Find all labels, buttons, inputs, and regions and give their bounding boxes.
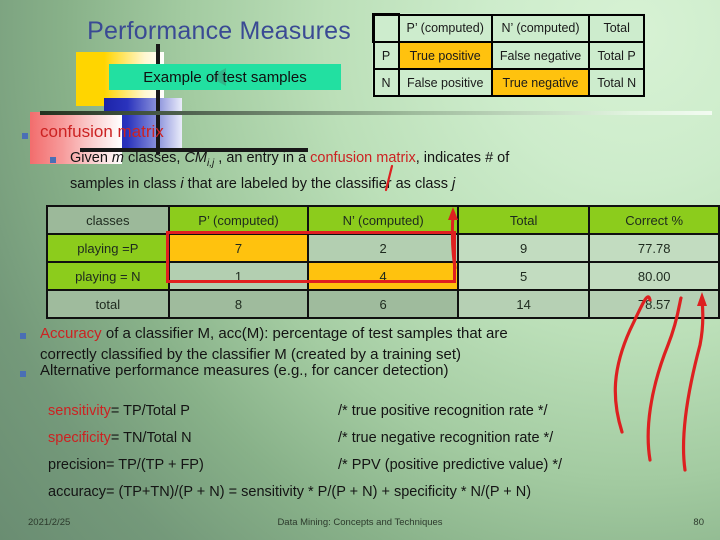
truth-table-cell-true-positive: True positive bbox=[397, 41, 493, 70]
alternative-measures-paragraph: Alternative performance measures (e.g., … bbox=[40, 362, 449, 379]
truth-table-row-label-p: P bbox=[372, 41, 400, 70]
cm-cell-correct-total: 78.57 bbox=[588, 289, 720, 319]
truth-table-header-pcomputed: P’ (computed) bbox=[397, 13, 493, 43]
table-row: classes P’ (computed) N’ (computed) Tota… bbox=[46, 205, 720, 235]
cm-cell-total-ncol: 6 bbox=[307, 289, 459, 319]
cm-cell-fn: 2 bbox=[307, 233, 459, 263]
accuracy-paragraph: Accuracy of a classifier M, acc(M): perc… bbox=[40, 323, 690, 365]
formula-expr-accuracy: = (TP+TN)/(P + N) = sensitivity * P/(P +… bbox=[106, 484, 532, 500]
def-text-a: Given bbox=[70, 150, 112, 166]
table-row: N False positive True negative Total N bbox=[372, 68, 646, 97]
def-line2-a: samples in class bbox=[70, 175, 181, 192]
formula-row-accuracy: accuracy = (TP+TN)/(P + N) = sensitivity… bbox=[48, 484, 708, 511]
subtitle-text: Example of test samples bbox=[143, 68, 307, 86]
formula-name-accuracy: accuracy bbox=[48, 484, 107, 500]
truth-table: P’ (computed) N’ (computed) Total P True… bbox=[371, 13, 646, 97]
def-var-m: m bbox=[111, 150, 125, 166]
bullet-marker-alternative bbox=[20, 371, 26, 377]
cm-cell-correct-p: 77.78 bbox=[588, 233, 720, 263]
truth-table-header-total: Total bbox=[588, 13, 646, 43]
subtitle-callout: Example of test samples bbox=[109, 64, 341, 90]
formula-comment-sensitivity: /* true positive recognition rate */ bbox=[338, 403, 548, 419]
truth-table-header-ncomputed: N’ (computed) bbox=[490, 13, 591, 43]
table-row: total 8 6 14 78.57 bbox=[46, 289, 720, 319]
cm-cell-tn: 4 bbox=[307, 261, 459, 291]
def-text-d: , indicates # of bbox=[415, 150, 510, 166]
cm-cell-total-p: 9 bbox=[456, 233, 591, 263]
truth-table-cell-true-negative: True negative bbox=[490, 68, 591, 97]
def-text-b: classes, bbox=[124, 150, 185, 166]
cm-cell-fp: 1 bbox=[167, 261, 310, 291]
formula-name-specificity: specificity bbox=[48, 430, 111, 446]
def-var-j: j bbox=[452, 175, 456, 192]
table-row: playing =P 7 2 9 77.78 bbox=[46, 233, 720, 263]
truth-table-row-label-n: N bbox=[372, 68, 400, 97]
title-divider bbox=[40, 111, 712, 115]
bullet-confusion-matrix-label: confusion matrix bbox=[40, 122, 164, 141]
table-row: playing = N 1 4 5 80.00 bbox=[46, 261, 720, 291]
cm-cell-total-pcol: 8 bbox=[167, 289, 310, 319]
formula-name-precision: precision bbox=[48, 457, 107, 473]
accuracy-term: Accuracy bbox=[40, 325, 102, 342]
cm-cell-tp: 7 bbox=[167, 233, 310, 263]
cm-cell-correct-n: 80.00 bbox=[588, 261, 720, 291]
bullet-confusion-matrix-definition: Given m classes, CMi,j , an entry in a c… bbox=[70, 148, 715, 194]
cm-header-n-computed: N’ (computed) bbox=[307, 205, 459, 235]
def-var-cm: CM bbox=[184, 150, 208, 166]
table-row: P True positive False negative Total P bbox=[372, 41, 646, 70]
bullet-marker-level2 bbox=[50, 157, 56, 163]
formula-row-precision: precision = TP/(TP + FP) /* PPV (positiv… bbox=[48, 457, 708, 484]
footer-title: Data Mining: Concepts and Techniques bbox=[277, 517, 443, 528]
formula-comment-precision: /* PPV (positive predictive value) */ bbox=[338, 457, 563, 473]
def-line2-b: that are labeled by the classifier as cl… bbox=[183, 175, 453, 192]
accuracy-rest-line1: of a classifier M, acc(M): percentage of… bbox=[101, 325, 508, 342]
cm-row-label-total: total bbox=[46, 289, 170, 319]
cm-row-label-playing-p: playing =P bbox=[46, 233, 170, 263]
truth-table-cell-false-negative: False negative bbox=[490, 41, 591, 70]
cm-cell-grand-total: 14 bbox=[456, 289, 591, 319]
formula-expr-precision: = TP/(TP + FP) bbox=[106, 457, 204, 473]
slide-canvas: Performance Measures Example of test sam… bbox=[0, 0, 720, 540]
def-text-red: confusion matrix bbox=[310, 150, 416, 166]
truth-table-cell-false-positive: False positive bbox=[397, 68, 493, 97]
formula-row-sensitivity: sensitivity = TP/Total P /* true positiv… bbox=[48, 403, 708, 430]
cm-row-label-playing-n: playing = N bbox=[46, 261, 170, 291]
formula-expr-sensitivity: = TP/Total P bbox=[110, 403, 190, 419]
formula-list: sensitivity = TP/Total P /* true positiv… bbox=[48, 403, 708, 511]
bullet-marker-accuracy bbox=[20, 333, 26, 339]
bullet-marker-level1 bbox=[22, 133, 28, 139]
cm-cell-total-n: 5 bbox=[456, 261, 591, 291]
cm-header-total: Total bbox=[456, 205, 591, 235]
formula-name-sensitivity: sensitivity bbox=[48, 403, 111, 419]
def-text-c: , an entry in a bbox=[214, 150, 311, 166]
table-row: P’ (computed) N’ (computed) Total bbox=[371, 13, 646, 43]
slide-title: Performance Measures bbox=[87, 17, 351, 45]
truth-table-cell-total-p: Total P bbox=[588, 41, 646, 70]
accuracy-line2: correctly classified by the classifier M… bbox=[40, 346, 461, 363]
cm-header-p-computed: P’ (computed) bbox=[167, 205, 310, 235]
cm-header-classes: classes bbox=[46, 205, 170, 235]
truth-table-cell-total-n: Total N bbox=[588, 68, 646, 97]
confusion-matrix-table: classes P’ (computed) N’ (computed) Tota… bbox=[46, 205, 720, 319]
formula-expr-specificity: = TN/Total N bbox=[110, 430, 192, 446]
cm-header-correct-pct: Correct % bbox=[588, 205, 720, 235]
truth-table-corner bbox=[371, 13, 400, 43]
formula-comment-specificity: /* true negative recognition rate */ bbox=[338, 430, 554, 446]
formula-row-specificity: specificity = TN/Total N /* true negativ… bbox=[48, 430, 708, 457]
footer-page-number: 80 bbox=[693, 517, 704, 528]
